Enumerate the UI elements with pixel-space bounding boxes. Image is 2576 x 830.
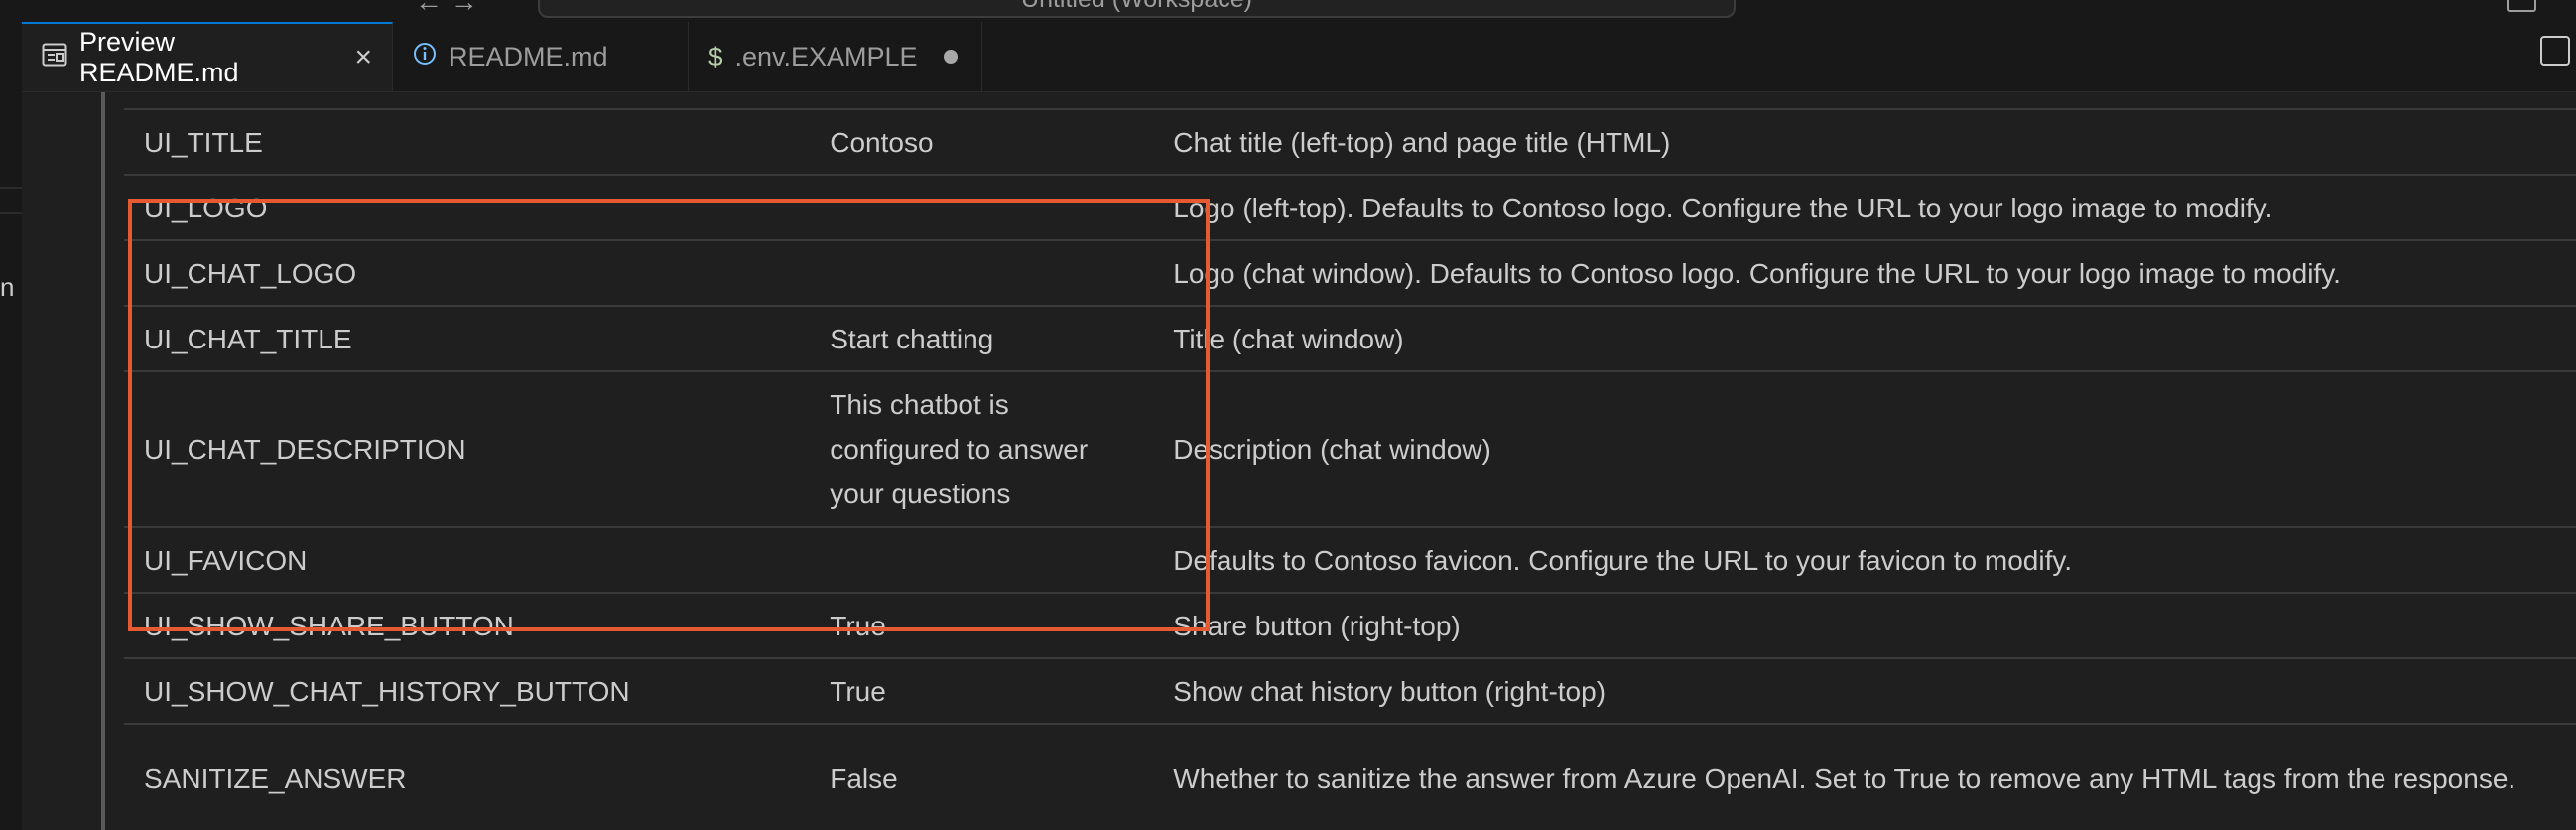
table-row: UI_TITLE Contoso Chat title (left-top) a… [124,108,2576,175]
unsaved-dot-icon[interactable] [943,50,958,64]
setting-description: Show chat history button (right-top) [1153,657,2576,724]
dollar-icon: $ [708,41,723,71]
activity-bar: n [0,22,22,830]
setting-description: Logo (chat window). Defaults to Contoso … [1153,239,2576,306]
activity-item-icon[interactable]: n [0,272,14,303]
setting-name: UI_TITLE [124,108,811,175]
setting-default: True [810,657,1154,724]
table-row: UI_SHOW_CHAT_HISTORY_BUTTON True Show ch… [124,657,2576,724]
setting-description: Chat title (left-top) and page title (HT… [1153,108,2576,175]
activity-divider [0,187,22,189]
setting-description: Logo (left-top). Defaults to Contoso log… [1153,174,2576,240]
setting-default [810,174,1154,240]
activity-divider [0,212,22,214]
setting-default: This chatbot is configured to answer you… [810,370,1154,527]
setting-default: True [810,592,1154,658]
table-row: UI_LOGO Logo (left-top). Defaults to Con… [124,174,2576,240]
layout-toggle-icon[interactable] [2507,0,2536,12]
table-row: UI_CHAT_DESCRIPTION This chatbot is conf… [124,370,2576,527]
tab-bar: Preview README.md × README.md $ .env.EXA… [22,22,2576,92]
table-row: UI_FAVICON Defaults to Contoso favicon. … [124,526,2576,593]
close-icon[interactable]: × [354,41,372,74]
setting-name: UI_CHAT_TITLE [124,305,811,371]
tab-label: README.md [449,41,608,71]
setting-name: UI_FAVICON [124,526,811,593]
setting-description: Share button (right-top) [1153,592,2576,658]
setting-description: Whether to sanitize the answer from Azur… [1153,723,2576,830]
preview-icon [42,43,67,73]
setting-name: UI_SHOW_CHAT_HISTORY_BUTTON [124,657,811,724]
table-row: SANITIZE_ANSWER False Whether to sanitiz… [124,723,2576,830]
info-icon [413,42,437,72]
table-row: UI_SHOW_SHARE_BUTTON True Share button (… [124,592,2576,658]
scroll-indicator [101,92,105,830]
setting-description: Title (chat window) [1153,305,2576,371]
tab-env-example[interactable]: $ .env.EXAMPLE [689,22,982,91]
markdown-preview: UI_TITLE Contoso Chat title (left-top) a… [22,92,2576,830]
table-row: UI_CHAT_TITLE Start chatting Title (chat… [124,305,2576,371]
setting-default [810,526,1154,593]
open-source-icon[interactable] [2540,36,2570,66]
tab-label: .env.EXAMPLE [734,41,918,71]
setting-default: Start chatting [810,305,1154,371]
setting-description: Description (chat window) [1153,370,2576,527]
nav-arrows[interactable]: ← → [415,0,478,18]
command-center[interactable]: Untitled (Workspace) [538,0,1736,18]
tab-preview-readme[interactable]: Preview README.md × [22,22,393,91]
setting-description: Defaults to Contoso favicon. Configure t… [1153,526,2576,593]
title-bar: ← → Untitled (Workspace) [0,0,2576,22]
setting-name: UI_CHAT_DESCRIPTION [124,370,811,527]
setting-name: UI_LOGO [124,174,811,240]
setting-default: Contoso [810,108,1154,175]
setting-default [810,239,1154,306]
setting-name: UI_SHOW_SHARE_BUTTON [124,592,811,658]
tab-label: Preview README.md [79,27,239,87]
setting-name: SANITIZE_ANSWER [124,723,811,830]
table-row: UI_CHAT_LOGO Logo (chat window). Default… [124,239,2576,306]
tab-readme[interactable]: README.md [393,22,689,91]
settings-table: UI_TITLE Contoso Chat title (left-top) a… [124,108,2576,830]
setting-default: False [810,723,1154,830]
setting-name: UI_CHAT_LOGO [124,239,811,306]
